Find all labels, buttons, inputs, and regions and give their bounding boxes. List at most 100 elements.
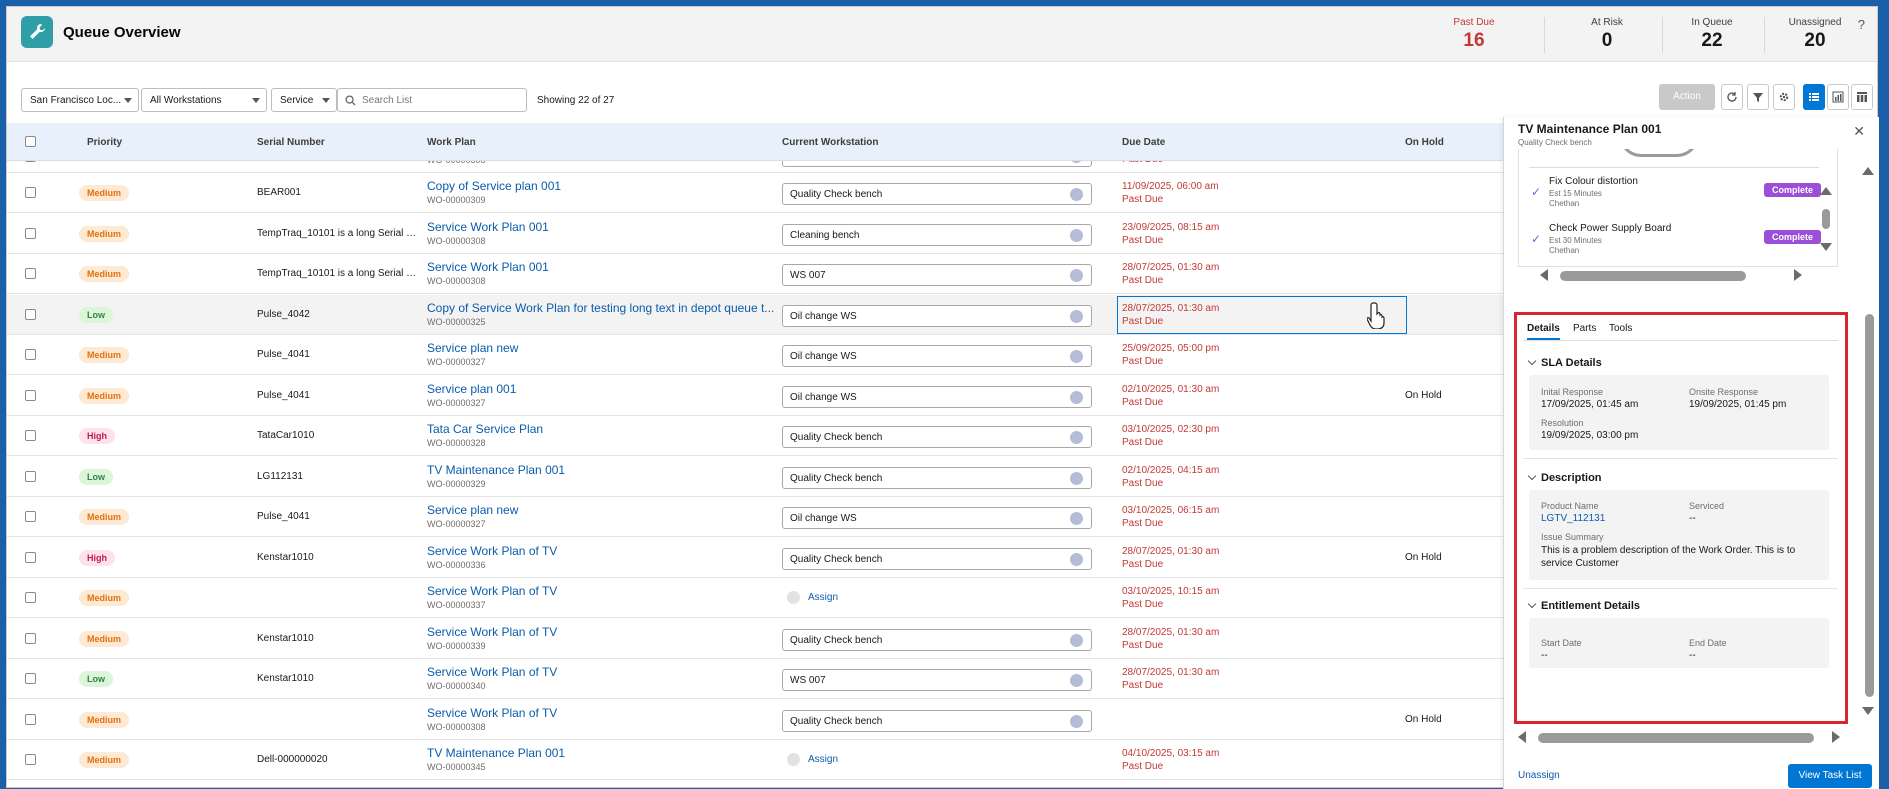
row-checkbox[interactable] [25, 389, 36, 401]
workstation-icon[interactable] [1070, 471, 1083, 485]
view-task-list-button[interactable]: View Task List [1788, 764, 1872, 788]
action-button[interactable]: Action [1659, 84, 1715, 110]
table-row[interactable]: MediumTempTraq_10101 is a long Serial Nu… [7, 254, 1503, 294]
table-row[interactable]: MediumTempTraq_10101 is a long Serial Nu… [7, 161, 1503, 173]
work-plan-link[interactable]: Service plan 001 [427, 382, 782, 396]
workstation-icon[interactable] [1070, 228, 1083, 242]
workstation-select[interactable]: Oil change WS [782, 304, 1092, 327]
workstation-icon[interactable] [1070, 431, 1083, 444]
row-checkbox[interactable] [25, 713, 36, 725]
table-row[interactable]: Low Kenstar1010 Service Work Plan of TV WO-… [7, 659, 1503, 699]
tab-parts[interactable]: Parts [1573, 323, 1596, 338]
workstation-icon[interactable] [1070, 188, 1083, 201]
workstation-select[interactable]: Oil change WS [782, 507, 1092, 529]
scroll-up-icon[interactable] [1862, 167, 1874, 175]
row-checkbox[interactable] [25, 592, 36, 603]
work-plan-link[interactable]: Service plan new [427, 341, 782, 355]
product-name-link[interactable]: LGTV_112131 [1541, 513, 1605, 524]
column-header-on-hold[interactable]: On Hold [1405, 137, 1444, 148]
help-icon[interactable]: ? [1858, 17, 1865, 32]
type-select[interactable]: Service [271, 88, 337, 112]
row-checkbox[interactable] [25, 430, 36, 441]
close-icon[interactable]: ✕ [1853, 123, 1865, 140]
table-row[interactable]: Medium Kenstar1010 Service Work Plan of TV… [7, 618, 1503, 659]
table-row[interactable]: Low LG112131 TV Maintenance Plan 001 WO-000… [7, 456, 1503, 497]
scrollbar-thumb[interactable] [1865, 314, 1874, 697]
workstation-select[interactable]: Quality Check bench [782, 709, 1092, 732]
table-row[interactable]: Medium Pulse_4041 Service plan new WO-00000… [7, 335, 1503, 375]
table-row[interactable]: Medium Pulse_4041 Service plan 001 WO-00000… [7, 375, 1503, 416]
workstation-select[interactable]: Quality Check bench [782, 426, 1092, 448]
list-view-button[interactable] [1803, 84, 1825, 110]
stat-in-queue[interactable]: In Queue 22 [1667, 17, 1757, 52]
workstation-select[interactable]: Quality Check bench [782, 628, 1092, 651]
workstation-icon[interactable] [1070, 512, 1083, 525]
work-plan-link[interactable]: Copy of Service plan 001 [427, 179, 782, 193]
work-plan-link[interactable]: Service Work Plan of TV [427, 706, 782, 720]
scrollbar-thumb[interactable] [1822, 209, 1830, 229]
stat-at-risk[interactable]: At Risk 0 [1562, 17, 1652, 52]
stat-unassigned[interactable]: Unassigned 20 [1770, 17, 1860, 52]
workstation-icon[interactable] [1070, 714, 1083, 728]
work-plan-link[interactable]: Service Work Plan 001 [427, 260, 782, 274]
search-input[interactable]: Search List [337, 88, 527, 112]
work-plan-link[interactable]: TV Maintenance Plan 001 [427, 463, 782, 477]
task-item[interactable]: ✓ Check Power Supply Board Est 30 Minute… [1531, 218, 1821, 258]
row-checkbox[interactable] [25, 754, 36, 765]
scroll-right-icon[interactable] [1832, 731, 1840, 743]
workstation-icon[interactable] [1070, 390, 1083, 404]
description-section-toggle[interactable]: Description [1527, 471, 1602, 484]
row-checkbox[interactable] [25, 551, 36, 563]
scroll-down-icon[interactable] [1820, 243, 1832, 251]
table-row[interactable]: Medium BEAR001 Copy of Service plan 001 WO-… [7, 173, 1503, 213]
workstation-select[interactable]: Cleaning bench [782, 161, 1092, 167]
tab-details[interactable]: Details [1527, 323, 1560, 340]
table-row[interactable]: Medium Service Work Plan of TV WO-00000308… [7, 699, 1503, 740]
workstation-icon[interactable] [1070, 674, 1083, 687]
column-header-workstation[interactable]: Current Workstation [782, 137, 879, 148]
workstation-select[interactable]: Oil change WS [782, 345, 1092, 367]
work-plan-link[interactable]: TV Maintenance Plan 001 [427, 746, 782, 760]
work-plan-link[interactable]: Service Work Plan 001 [427, 220, 782, 234]
scroll-up-icon[interactable] [1820, 187, 1832, 195]
row-checkbox[interactable] [25, 308, 36, 320]
row-checkbox[interactable] [25, 227, 36, 239]
stat-past-due[interactable]: Past Due 16 [1429, 17, 1519, 52]
work-plan-link[interactable]: Service Work Plan of TV [427, 665, 782, 679]
workstation-icon[interactable] [1070, 633, 1083, 647]
workstation-icon[interactable] [1070, 161, 1083, 163]
row-checkbox[interactable] [25, 268, 36, 279]
column-header-priority[interactable]: Priority [87, 137, 122, 148]
workstation-select[interactable]: Oil change WS [782, 385, 1092, 408]
row-checkbox[interactable] [25, 632, 36, 644]
workstation-select[interactable]: Quality Check bench [782, 466, 1092, 489]
tab-tools[interactable]: Tools [1609, 323, 1632, 338]
column-header-serial[interactable]: Serial Number [257, 137, 325, 148]
workstation-icon[interactable] [1070, 552, 1083, 566]
row-checkbox[interactable] [25, 187, 36, 198]
column-header-due-date[interactable]: Due Date [1122, 137, 1165, 148]
assign-link[interactable]: Assign [787, 591, 838, 604]
settings-button[interactable] [1773, 84, 1795, 110]
task-item[interactable]: ✓ Fix Colour distortion Est 15 Minutes C… [1531, 171, 1821, 211]
scroll-right-icon[interactable] [1794, 269, 1802, 281]
work-plan-link[interactable]: Copy of Service Work Plan for testing lo… [427, 301, 782, 315]
work-plan-link[interactable]: Service Work Plan of TV [427, 584, 782, 598]
workstation-select[interactable]: Quality Check bench [782, 183, 1092, 205]
table-row[interactable]: High TataCar1010 Tata Car Service Plan WO-0… [7, 416, 1503, 456]
table-row[interactable]: Medium Service Work Plan of TV WO-00000337… [7, 578, 1503, 618]
entitlement-section-toggle[interactable]: Entitlement Details [1527, 599, 1640, 612]
workstation-select[interactable]: Quality Check bench [782, 547, 1092, 570]
workstation-select[interactable]: Cleaning bench [782, 223, 1092, 246]
chart-view-button[interactable] [1827, 84, 1849, 110]
select-all-checkbox[interactable] [25, 136, 36, 147]
row-checkbox[interactable] [25, 349, 36, 360]
workstation-select[interactable]: WS 007 [782, 669, 1092, 691]
row-checkbox[interactable] [25, 511, 36, 522]
workstation-select[interactable]: All Workstations [141, 88, 267, 112]
work-plan-link[interactable]: Service Work Plan of TV [427, 544, 782, 558]
row-checkbox[interactable] [25, 470, 36, 482]
work-plan-link[interactable]: Service plan new [427, 503, 782, 517]
board-view-button[interactable] [1851, 84, 1873, 110]
table-row[interactable]: Low Pulse_4042 Copy of Service Work Plan f… [7, 294, 1503, 335]
